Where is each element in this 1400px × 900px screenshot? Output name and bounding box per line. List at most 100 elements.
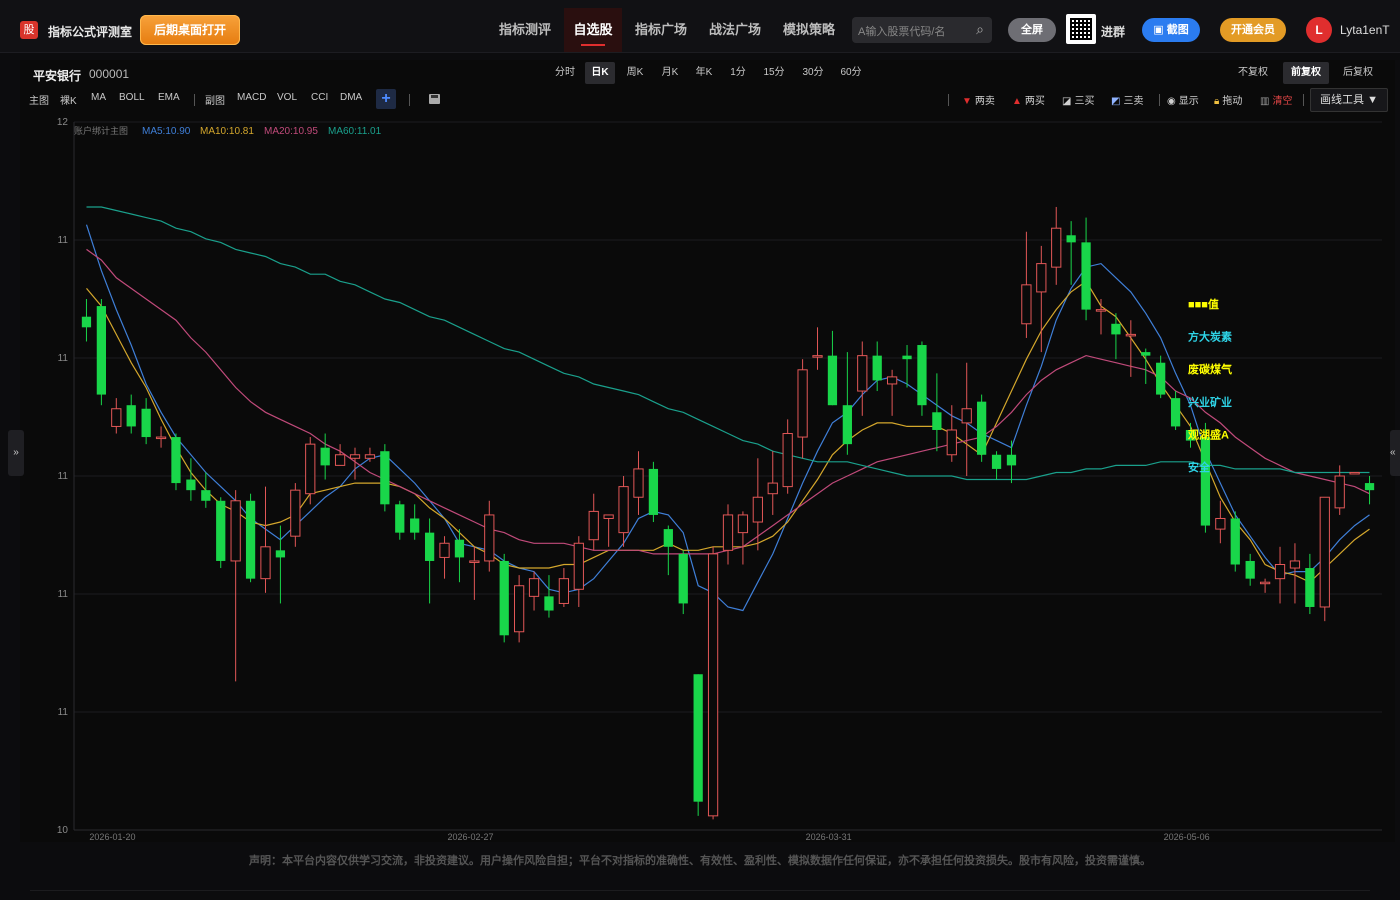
candle-body <box>349 454 361 459</box>
divider <box>1303 94 1304 106</box>
avatar[interactable]: L <box>1306 17 1332 43</box>
search-icon[interactable]: ⌕ <box>976 21 984 38</box>
adjust-forward-tab[interactable]: 前复权 <box>1283 62 1329 84</box>
candle-body <box>230 500 241 562</box>
candle-body <box>260 546 271 580</box>
candle-body <box>424 532 435 561</box>
indicator-ema[interactable]: EMA <box>158 92 180 103</box>
vip-button[interactable]: 开通会员 <box>1220 18 1286 42</box>
candle-body <box>395 504 405 533</box>
candle-body <box>96 306 107 395</box>
screenshot-button[interactable]: ▣ 截图 <box>1142 18 1200 42</box>
x-tick-label: 2026-01-20 <box>89 832 135 840</box>
tool-three-sell[interactable]: ◩ 三卖 <box>1111 92 1143 107</box>
indicator-ma[interactable]: MA <box>91 92 106 103</box>
triangle-up-icon: ▲ <box>1012 96 1022 107</box>
divider <box>948 94 949 106</box>
candle-body <box>305 443 316 495</box>
tool-show[interactable]: ◉ 显示 <box>1167 92 1199 107</box>
candle-body <box>902 355 912 360</box>
legend-ma5: MA5:10.90 <box>142 126 191 137</box>
tool-two-buy[interactable]: ▲ 两买 <box>1012 92 1045 107</box>
candle-body <box>946 429 957 456</box>
kline-chart[interactable]: 12111111111110 2026-01-20 2026-02-27 2026-… <box>20 112 1382 840</box>
candle-body <box>633 468 644 498</box>
save-icon[interactable] <box>429 94 440 104</box>
indicator-main[interactable]: 主图 <box>29 92 49 107</box>
candle-body <box>410 518 420 533</box>
candle-body <box>81 316 92 328</box>
candle-body <box>1156 362 1166 395</box>
indicator-dma[interactable]: DMA <box>340 92 362 103</box>
candlesticks <box>81 206 1375 820</box>
candle-body <box>737 514 749 534</box>
candle-body <box>782 433 793 488</box>
candle-body <box>1245 560 1255 579</box>
user-name[interactable]: Lyta1enT <box>1340 23 1390 37</box>
open-desktop-button[interactable]: 后期桌面打开 <box>140 15 240 45</box>
period-tab-monthly[interactable]: 月K <box>655 62 685 84</box>
camera-icon: ▣ <box>1153 24 1167 36</box>
indicator-macd[interactable]: MACD <box>237 92 266 103</box>
ma-line-ma60 <box>86 206 1370 481</box>
candle-body <box>827 355 838 406</box>
candle-body <box>872 355 882 381</box>
adjust-backward-tab[interactable]: 后复权 <box>1338 62 1378 84</box>
adjust-none-tab[interactable]: 不复权 <box>1233 62 1273 84</box>
tool-drag[interactable]: 🔒︎ 拖动 <box>1214 92 1242 107</box>
legend-title: 账户绑计主图 <box>74 125 128 136</box>
nav-indicator-square[interactable]: 指标广场 <box>624 8 698 52</box>
expand-right-handle[interactable]: « <box>1390 430 1400 476</box>
nav-tactics-square[interactable]: 战法广场 <box>698 8 772 52</box>
tool-three-buy[interactable]: ◪ 三买 <box>1062 92 1094 107</box>
period-tab-60min[interactable]: 60分 <box>836 62 866 84</box>
candle-body <box>991 454 1002 469</box>
candle-body <box>1125 333 1136 337</box>
indicator-vol[interactable]: VOL <box>277 92 297 103</box>
nav-sim-strategy[interactable]: 模拟策略 <box>772 8 846 52</box>
chart-annotation: 安全 <box>1188 460 1211 474</box>
period-tab-30min[interactable]: 30分 <box>798 62 828 84</box>
candle-body <box>171 437 181 484</box>
candle-body <box>439 542 450 558</box>
candle-body <box>1215 517 1226 530</box>
join-group-button[interactable]: 进群 <box>1101 23 1125 40</box>
candle-body <box>1170 398 1181 427</box>
add-indicator-button[interactable]: + <box>376 89 396 109</box>
y-tick-label: 11 <box>58 589 69 600</box>
indicator-boll[interactable]: BOLL <box>119 92 145 103</box>
candle-body <box>469 560 480 563</box>
tool-two-sell[interactable]: ▼ 两卖 <box>962 92 995 107</box>
nav-indicator-review[interactable]: 指标测评 <box>488 8 562 52</box>
fullscreen-button[interactable]: 全屏 <box>1008 18 1056 42</box>
tool-two-buy-label: 两买 <box>1024 96 1045 107</box>
candle-body <box>1200 437 1211 526</box>
indicator-bare-k[interactable]: 裸K <box>60 92 77 107</box>
tool-clear[interactable]: ▥ 清空 <box>1260 92 1292 107</box>
candle-body <box>1051 227 1062 268</box>
candle-body <box>544 596 554 611</box>
app-logo: 股 <box>20 21 38 39</box>
period-tab-yearly[interactable]: 年K <box>689 62 719 84</box>
indicator-cci[interactable]: CCI <box>311 92 328 103</box>
candle-body <box>842 405 852 445</box>
chart-annotation: 兴业矿业 <box>1188 395 1232 409</box>
period-tab-15min[interactable]: 15分 <box>759 62 789 84</box>
candle-body <box>186 479 196 491</box>
nav-watchlist[interactable]: 自选股 <box>564 8 622 52</box>
candle-body <box>245 500 256 579</box>
stock-name: 平安银行 <box>33 69 82 83</box>
candle-body <box>499 560 509 636</box>
diagonal-line-icon: ◩ <box>1111 96 1121 107</box>
candle-body <box>722 514 734 551</box>
period-tab-weekly[interactable]: 周K <box>620 62 650 84</box>
period-tab-1min[interactable]: 1分 <box>723 62 753 84</box>
search-input[interactable]: A输入股票代码/名 ⌕ <box>852 17 992 43</box>
ma-legend: 账户绑计主图 MA5:10.90 MA10:10.81 MA20:10.95 M… <box>74 125 382 137</box>
y-tick-label: 11 <box>58 707 69 718</box>
draw-tools-dropdown[interactable]: 画线工具 ▼ <box>1310 88 1388 112</box>
period-tab-daily[interactable]: 日K <box>585 62 615 84</box>
indicator-sub[interactable]: 副图 <box>205 92 225 107</box>
period-tab-intraday[interactable]: 分时 <box>550 62 580 84</box>
candle-body <box>334 454 346 466</box>
